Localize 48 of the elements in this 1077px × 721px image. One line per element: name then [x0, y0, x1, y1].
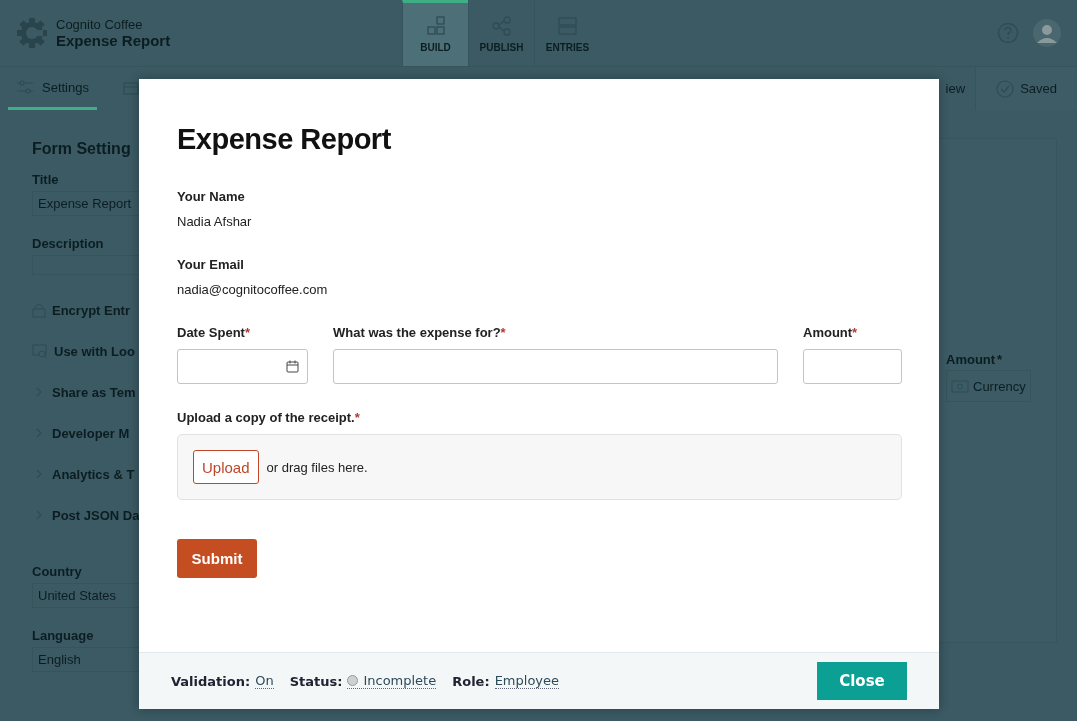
footer-link[interactable]: Employee	[494, 673, 560, 689]
dialog-title: Expense Report	[177, 123, 391, 156]
footer-label: Status:	[289, 673, 343, 689]
field-label: Upload a copy of the receipt.*	[177, 410, 360, 425]
field-label: Amount*	[946, 352, 1004, 367]
upload-button[interactable]: Upload	[193, 450, 259, 484]
panel-heading: Form Setting	[32, 140, 131, 158]
setting-option[interactable]: Post JSON Da	[52, 507, 140, 523]
amount-field[interactable]	[803, 349, 902, 384]
nav-tab[interactable]: ENTRIES	[534, 0, 600, 66]
field-label: Amount*	[803, 325, 859, 340]
field-label: Language	[32, 628, 94, 643]
field-value: Nadia Afshar	[177, 214, 252, 229]
form-title: Expense Report	[56, 32, 171, 49]
field-label: Date Spent*	[177, 325, 251, 340]
nav-tab[interactable]: BUILD	[402, 0, 468, 66]
nav-tab[interactable]: PUBLISH	[468, 0, 534, 66]
footer-label: Role:	[452, 673, 490, 689]
setting-option[interactable]: Developer M	[52, 425, 130, 441]
calendar-icon[interactable]	[286, 360, 299, 373]
card-icon[interactable]	[123, 82, 139, 95]
setting-option[interactable]: Share as Tem	[52, 384, 136, 400]
field-label: What was the expense for?*	[333, 325, 507, 340]
submit-button[interactable]: Submit	[177, 539, 257, 578]
field-label: Description	[32, 236, 104, 251]
gear-logo-icon	[16, 17, 48, 49]
footer-link[interactable]: On	[255, 673, 274, 689]
footer-label: Validation:	[171, 673, 251, 689]
field-label: Your Email	[177, 257, 245, 272]
organization-name: Cognito Coffee	[56, 17, 144, 32]
status-link[interactable]: Incomplete	[347, 673, 437, 689]
close-button[interactable]: Close	[817, 662, 907, 700]
settings-tab[interactable]: Settings	[8, 67, 97, 110]
currency-field[interactable]: Currency	[946, 370, 1031, 402]
field-label: Country	[32, 564, 82, 579]
text-field[interactable]	[333, 349, 778, 384]
date-field[interactable]	[177, 349, 308, 384]
upload-hint: or drag files here.	[266, 459, 368, 475]
preview-tab[interactable]: iew	[945, 81, 976, 96]
setting-option[interactable]: Analytics & T	[52, 466, 135, 482]
blocks-icon	[424, 16, 447, 36]
upload-dropzone[interactable]: Upload or drag files here.	[177, 434, 902, 500]
avatar-icon[interactable]	[1033, 19, 1061, 47]
field-label: Title	[32, 172, 59, 187]
field-label: Your Name	[177, 189, 246, 204]
setting-option[interactable]: Use with Loo	[54, 343, 135, 359]
field-value: nadia@cognitocoffee.com	[177, 282, 328, 297]
setting-option[interactable]: Encrypt Entr	[52, 302, 130, 318]
